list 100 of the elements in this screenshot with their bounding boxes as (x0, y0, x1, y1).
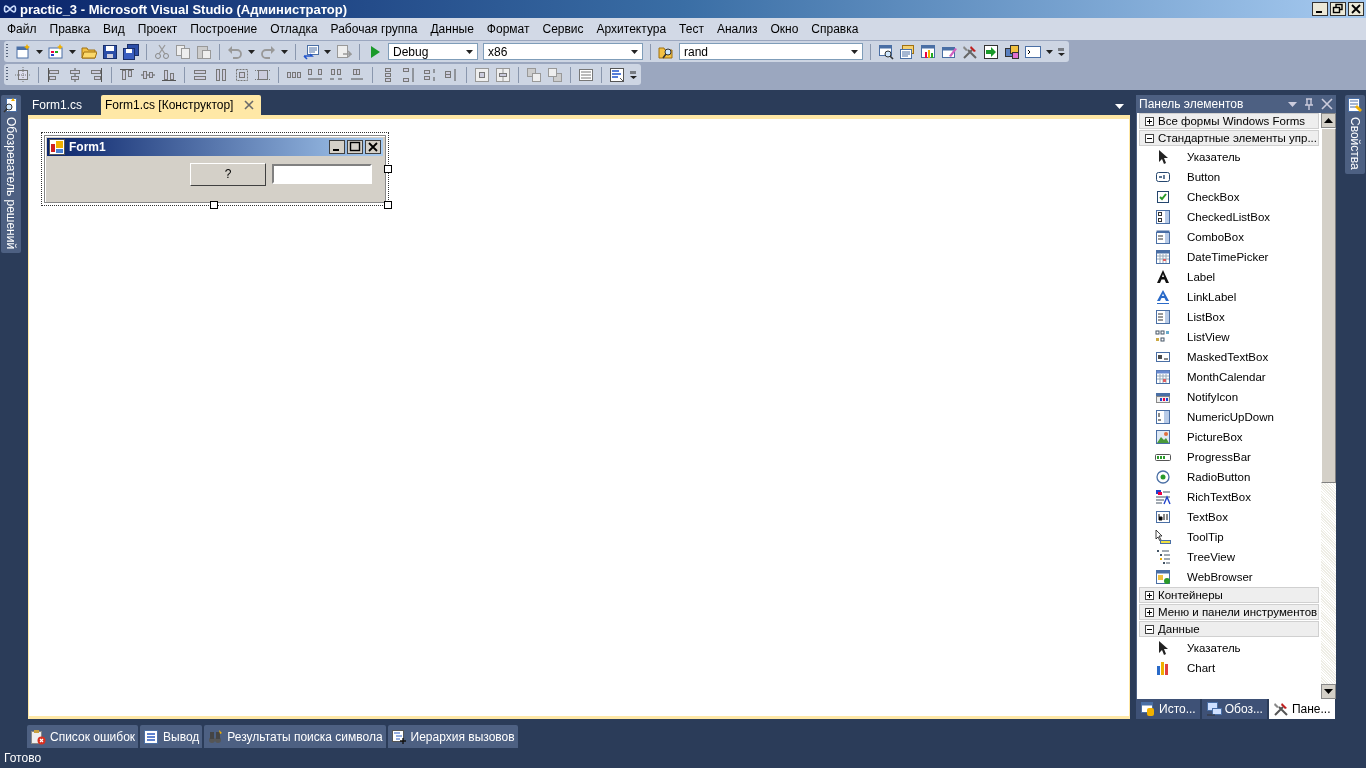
minimize-button-icon[interactable] (1312, 2, 1328, 16)
panel-tab[interactable]: Пане... (1268, 699, 1335, 719)
stacked-windows-icon[interactable] (1004, 43, 1020, 60)
restore-button-icon[interactable] (1330, 2, 1346, 16)
toolbox-item[interactable]: PictureBox (1139, 427, 1319, 447)
menu-item[interactable]: Окно (765, 22, 807, 36)
pin-icon[interactable] (1303, 98, 1315, 110)
window-chart-icon[interactable] (920, 43, 936, 60)
menu-item[interactable]: Архитектура (591, 22, 675, 36)
menu-item[interactable]: Вид (98, 22, 133, 36)
toolbox-item[interactable]: TextBox (1139, 507, 1319, 527)
toolbox-item[interactable]: ProgressBar (1139, 447, 1319, 467)
menu-item[interactable]: Данные (425, 22, 482, 36)
tool-window-tab[interactable]: Иерархия вызовов (387, 725, 518, 748)
toolbox-item[interactable]: CheckBox (1139, 187, 1319, 207)
document-tab[interactable]: Form1.cs [Конструктор] (101, 95, 262, 115)
toolbox-item[interactable]: ToolTip (1139, 527, 1319, 547)
collapse-icon[interactable] (1145, 624, 1154, 634)
caret-icon[interactable] (1046, 49, 1053, 54)
scroll-thumb[interactable] (1321, 128, 1336, 483)
toolbox-item[interactable]: Label (1139, 267, 1319, 287)
resize-handle[interactable] (384, 201, 392, 209)
menu-item[interactable]: Отладка (265, 22, 326, 36)
align-lefts-icon[interactable] (46, 66, 62, 83)
vertical-spacing-decrease-icon[interactable] (422, 66, 438, 83)
tool-window-tab[interactable]: Список ошибок (27, 725, 139, 748)
menu-item[interactable]: Анализ (711, 22, 766, 36)
toolbox-item[interactable]: ListBox (1139, 307, 1319, 327)
resize-handle[interactable] (210, 201, 218, 209)
toolbox-group-header[interactable]: Контейнеры (1139, 587, 1319, 603)
side-panel-tab[interactable]: Обозреватель решений (1, 95, 21, 254)
align-tops-icon[interactable] (119, 66, 135, 83)
toolbox-item[interactable]: Button (1139, 167, 1319, 187)
floppy-disks-icon[interactable] (123, 43, 139, 60)
tab-order-icon[interactable] (578, 66, 594, 83)
overflow-icon[interactable] (630, 70, 637, 79)
expand-icon[interactable] (1145, 607, 1154, 617)
caret-icon[interactable] (281, 49, 288, 54)
dropdown-icon[interactable] (1115, 104, 1124, 109)
tools-icon[interactable] (962, 43, 978, 60)
window-search-icon[interactable] (878, 43, 894, 60)
vertical-spacing-increase-icon[interactable] (401, 66, 417, 83)
configuration-dropdown[interactable]: Debug (388, 43, 478, 60)
overflow-icon[interactable] (1058, 47, 1065, 56)
toolbox-group-header[interactable]: Меню и панели инструментов (1139, 604, 1319, 620)
command-window-icon[interactable] (1025, 43, 1041, 60)
lines-list-icon[interactable] (609, 66, 625, 83)
toolbox-item[interactable]: WebBrowser (1139, 567, 1319, 587)
toolbox-group-header[interactable]: Все формы Windows Forms (1139, 113, 1319, 129)
caret-icon[interactable] (69, 49, 76, 54)
toolbox-item[interactable]: Указатель (1139, 638, 1319, 658)
horizontal-spacing-remove-icon[interactable] (349, 66, 365, 83)
expand-icon[interactable] (1145, 116, 1154, 126)
menu-item[interactable]: Рабочая группа (325, 22, 426, 36)
navigate-window-icon[interactable] (303, 43, 319, 60)
menu-item[interactable]: Проект (132, 22, 186, 36)
menu-item[interactable]: Построение (185, 22, 266, 36)
menu-item[interactable]: Правка (44, 22, 99, 36)
vertical-spacing-remove-icon[interactable] (443, 66, 459, 83)
platform-dropdown[interactable]: x86 (483, 43, 643, 60)
side-panel-tab[interactable]: Свойства (1345, 95, 1365, 174)
clipboard-icon[interactable] (196, 43, 212, 60)
caret-icon[interactable] (36, 49, 43, 54)
close-icon[interactable] (243, 99, 256, 111)
toolbox-item[interactable]: DateTimePicker (1139, 247, 1319, 267)
align-to-grid-icon[interactable] (15, 66, 31, 83)
panel-tab[interactable]: Исто... (1136, 699, 1200, 719)
expand-icon[interactable] (1145, 590, 1154, 600)
scroll-up-icon[interactable] (1321, 113, 1336, 128)
toolbox-item[interactable]: RadioButton (1139, 467, 1319, 487)
panel-tab[interactable]: Обоз... (1201, 699, 1267, 719)
toolbox-group-header[interactable]: Данные (1139, 621, 1319, 637)
toolbox-item[interactable]: MonthCalendar (1139, 367, 1319, 387)
toolbox-item[interactable]: RichTextBox (1139, 487, 1319, 507)
align-rights-icon[interactable] (88, 66, 104, 83)
toolbox-group-header[interactable]: Стандартные элементы упр... (1139, 130, 1319, 146)
tool-window-tab[interactable]: Вывод (140, 725, 203, 748)
menu-item[interactable]: Сервис (537, 22, 592, 36)
toolbox-item[interactable]: ComboBox (1139, 227, 1319, 247)
align-centers-icon[interactable] (67, 66, 83, 83)
toolbox-item[interactable]: Указатель (1139, 147, 1319, 167)
horizontal-spacing-decrease-icon[interactable] (328, 66, 344, 83)
menu-item[interactable]: Тест (674, 22, 712, 36)
caret-icon[interactable] (851, 49, 858, 54)
caret-icon[interactable] (466, 49, 473, 54)
toolbox-item[interactable]: TreeView (1139, 547, 1319, 567)
toolbox-item[interactable]: NumericUpDown (1139, 407, 1319, 427)
arrow-into-box-icon[interactable] (983, 43, 999, 60)
menu-item[interactable]: Справка (806, 22, 867, 36)
toolbox-item[interactable]: CheckedListBox (1139, 207, 1319, 227)
find-dropdown[interactable]: rand (679, 43, 863, 60)
center-horizontally-icon[interactable] (474, 66, 490, 83)
tool-window-tab[interactable]: Результаты поиска символа (204, 725, 386, 748)
new-project-icon[interactable] (15, 43, 31, 60)
center-vertically-icon[interactable] (495, 66, 511, 83)
toolbox-item[interactable]: LinkLabel (1139, 287, 1319, 307)
toolbox-item[interactable]: Chart (1139, 658, 1319, 678)
add-item-icon[interactable] (48, 43, 64, 60)
close-button-icon[interactable] (1348, 2, 1364, 16)
resize-handle[interactable] (384, 165, 392, 173)
